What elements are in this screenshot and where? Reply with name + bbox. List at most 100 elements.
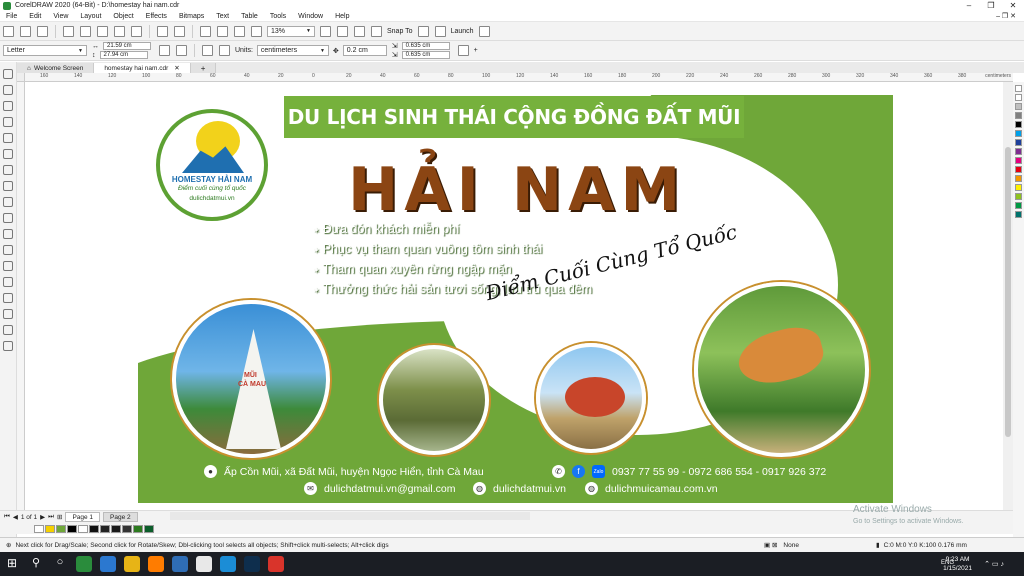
undo-icon[interactable] — [157, 25, 168, 37]
tab-homestay-document[interactable]: homestay hai nam.cdr ✕ — [94, 63, 191, 73]
swatch-blue[interactable] — [1015, 139, 1022, 146]
cut-icon[interactable] — [97, 25, 108, 37]
duplicate-x-input[interactable]: 0.635 cm — [401, 42, 450, 50]
show-grid-icon[interactable] — [354, 25, 365, 37]
all-pages-icon[interactable] — [202, 45, 213, 56]
swatch-gray[interactable] — [1015, 112, 1022, 119]
page-options-icon[interactable] — [457, 45, 469, 56]
transparency-tool-icon[interactable] — [3, 277, 13, 287]
fill-indicator[interactable]: ▣ ⊠ None — [764, 541, 799, 550]
smart-fill-icon[interactable] — [3, 325, 13, 335]
doc-swatch[interactable] — [34, 524, 44, 533]
last-page-icon[interactable]: ⏭ — [48, 513, 54, 521]
freehand-tool-icon[interactable] — [3, 133, 13, 143]
paste-icon[interactable] — [131, 25, 142, 37]
launch-dropdown[interactable]: Launch — [451, 28, 474, 35]
swatch-cyan[interactable] — [1015, 130, 1022, 137]
menu-window[interactable]: Window — [292, 13, 329, 20]
print-icon[interactable] — [80, 25, 91, 37]
ruler-origin[interactable] — [17, 73, 25, 82]
shape-tool-icon[interactable] — [3, 85, 13, 95]
doc-swatch[interactable] — [144, 524, 154, 533]
landscape-icon[interactable] — [176, 45, 187, 56]
doc-swatch[interactable] — [100, 524, 110, 533]
page-tab-1[interactable]: Page 1 — [65, 512, 101, 522]
minimize-button[interactable]: – — [958, 0, 980, 11]
menu-table[interactable]: Table — [235, 13, 264, 20]
crop-tool-icon[interactable] — [3, 101, 13, 111]
close-icon[interactable]: ✕ — [174, 64, 179, 72]
menu-tools[interactable]: Tools — [264, 13, 292, 20]
horizontal-ruler[interactable]: 160 140 120 100 80 60 40 20 0 20 40 60 80 100 120 140 16… — [25, 73, 1013, 82]
search-icon[interactable]: ⚲ — [28, 556, 44, 572]
chrome-icon[interactable] — [196, 556, 212, 572]
taskbar-clock[interactable]: 9:23 AM 1/15/2021 — [943, 555, 972, 573]
snap-to-dropdown[interactable]: Snap To — [387, 28, 413, 35]
import-icon[interactable] — [217, 25, 228, 37]
outline-indicator[interactable]: ▮ C:0 M:0 Y:0 K:100 0.176 mm — [876, 541, 967, 550]
polygon-tool-icon[interactable] — [3, 197, 13, 207]
prev-page-icon[interactable]: ◀ — [13, 513, 18, 521]
add-page-icon[interactable]: ⊞ — [57, 513, 62, 521]
page-size-select[interactable]: Letter ▼ — [3, 45, 87, 56]
eyedropper-icon[interactable] — [3, 293, 13, 303]
doc-swatch[interactable] — [45, 524, 55, 533]
zoom-level-select[interactable]: 13% ▼ — [267, 25, 315, 37]
swatch-purple[interactable] — [1015, 148, 1022, 155]
save-icon[interactable] — [37, 25, 48, 37]
nudge-distance-input[interactable]: 0.2 cm — [342, 45, 387, 56]
portrait-icon[interactable] — [159, 45, 170, 56]
swatch-white[interactable] — [1015, 94, 1022, 101]
next-page-icon[interactable]: ▶ — [40, 513, 45, 521]
redo-icon[interactable] — [174, 25, 185, 37]
menu-bitmaps[interactable]: Bitmaps — [173, 13, 210, 20]
pick-tool-icon[interactable] — [3, 69, 13, 79]
maximize-button[interactable]: ❐ — [980, 0, 1002, 11]
file-explorer-icon[interactable] — [124, 556, 140, 572]
coreldraw-taskbar-icon[interactable] — [76, 556, 92, 572]
new-tab-button[interactable]: + — [190, 63, 217, 73]
page-height-input[interactable]: 27.94 cm — [99, 51, 148, 59]
doc-swatch[interactable] — [78, 524, 88, 533]
search-content-icon[interactable] — [200, 25, 211, 37]
new-document-icon[interactable] — [3, 25, 14, 37]
rectangle-tool-icon[interactable] — [3, 165, 13, 175]
first-page-icon[interactable]: ⏮ — [4, 513, 10, 521]
swatch-none[interactable] — [1015, 85, 1022, 92]
units-select[interactable]: centimeters ▼ — [256, 45, 329, 56]
vertical-scrollbar[interactable] — [1003, 82, 1013, 510]
launch-icon[interactable] — [434, 25, 446, 37]
text-tool-icon[interactable] — [3, 213, 13, 223]
doc-swatch[interactable] — [133, 524, 143, 533]
zoom-tool-icon[interactable] — [3, 117, 13, 127]
add-tool-icon[interactable] — [3, 341, 13, 351]
drop-shadow-icon[interactable] — [3, 261, 13, 271]
add-icon[interactable]: + — [474, 47, 478, 54]
doc-swatch[interactable] — [122, 524, 132, 533]
open-icon[interactable] — [20, 25, 31, 37]
swatch-magenta[interactable] — [1015, 157, 1022, 164]
artistic-media-icon[interactable] — [3, 149, 13, 159]
swatch-green[interactable] — [1015, 202, 1022, 209]
photoshop-icon[interactable] — [244, 556, 260, 572]
menu-text[interactable]: Text — [210, 13, 235, 20]
artwork-homestay-banner[interactable]: DU LỊCH SINH THÁI CỘNG ĐỒNG ĐẤT MŨI HẢI … — [138, 95, 893, 503]
gear-icon[interactable] — [417, 25, 429, 37]
interactive-fill-icon[interactable] — [3, 309, 13, 319]
options-icon[interactable] — [478, 25, 490, 37]
ellipse-tool-icon[interactable] — [3, 181, 13, 191]
menu-view[interactable]: View — [47, 13, 74, 20]
edge-icon[interactable] — [220, 556, 236, 572]
swatch-yellow[interactable] — [1015, 184, 1022, 191]
current-page-icon[interactable] — [219, 45, 230, 56]
doc-swatch[interactable] — [67, 524, 77, 533]
windows-start-icon[interactable]: ⊞ — [4, 556, 20, 572]
doc-swatch[interactable] — [56, 524, 66, 533]
task-view-icon[interactable]: ○ — [52, 556, 68, 572]
copy-icon[interactable] — [114, 25, 125, 37]
swatch-gray[interactable] — [1015, 103, 1022, 110]
publish-pdf-icon[interactable] — [251, 25, 262, 37]
swatch-teal[interactable] — [1015, 211, 1022, 218]
scroll-thumb[interactable] — [1005, 147, 1011, 437]
upload-icon[interactable] — [63, 25, 74, 37]
